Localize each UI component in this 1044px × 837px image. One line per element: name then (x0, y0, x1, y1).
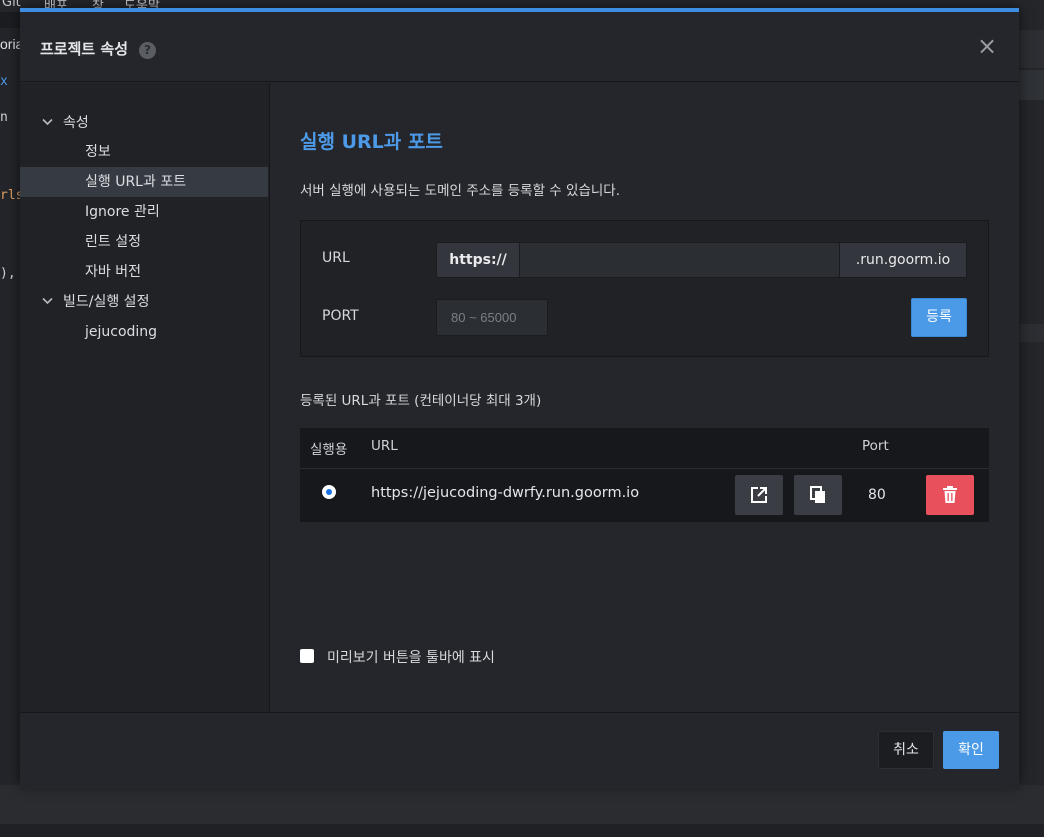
port-input[interactable] (436, 299, 548, 336)
preview-toolbar-checkbox[interactable] (300, 649, 314, 663)
ide-right-block (1019, 324, 1044, 342)
table-row: https://jejucoding-dwrfy.run.goorm.io 80 (300, 469, 989, 522)
sidebar-item-label: jejucoding (85, 324, 158, 340)
port-label: PORT (322, 308, 359, 324)
sidebar-item-build-run[interactable]: 빌드/실행 설정 (20, 287, 268, 317)
copy-url-button[interactable] (794, 475, 842, 515)
sidebar-item-info[interactable]: 정보 (20, 137, 268, 167)
ide-code-fragment: ), (0, 266, 16, 281)
sidebar-item-label: 린트 설정 (85, 234, 141, 250)
sidebar-item-java-version[interactable]: 자바 버전 (20, 257, 268, 287)
sidebar-item-jejucoding[interactable]: jejucoding (20, 317, 268, 347)
ide-code-fragment: rls (0, 188, 20, 203)
copy-icon (810, 486, 825, 503)
sidebar-item-label: 속성 (63, 115, 89, 131)
ide-right-block (1019, 30, 1044, 68)
column-header-run: 실행용 (310, 442, 348, 458)
column-header-port: Port (862, 438, 889, 454)
menu-git[interactable]: Git (2, 0, 21, 10)
run-url-radio[interactable] (322, 485, 336, 499)
sidebar-item-lint[interactable]: 린트 설정 (20, 227, 268, 257)
sidebar-item-run-url-port[interactable]: 실행 URL과 포트 (20, 167, 268, 197)
row-port: 80 (868, 487, 886, 503)
delete-url-button[interactable] (926, 475, 974, 515)
page-description: 서버 실행에 사용되는 도메인 주소를 등록할 수 있습니다. (300, 183, 620, 199)
url-suffix: .run.goorm.io (839, 242, 967, 278)
column-header-url: URL (371, 438, 398, 454)
ide-status-bar (0, 824, 1044, 837)
dialog-footer: 취소 확인 (20, 712, 1019, 789)
project-properties-dialog: 프로젝트 속성 ? × 속성 정보 실행 URL과 포트 Ignore 관리 린… (20, 8, 1019, 789)
ide-code-fragment: n (0, 110, 8, 125)
register-button[interactable]: 등록 (911, 298, 967, 337)
url-prefix: https:// (436, 242, 520, 278)
dialog-title: 프로젝트 속성 (40, 40, 129, 58)
registered-list-title: 등록된 URL과 포트 (컨테이너당 최대 3개) (300, 393, 542, 409)
url-label: URL (322, 250, 350, 266)
sidebar-item-ignore[interactable]: Ignore 관리 (20, 197, 268, 227)
ok-button[interactable]: 확인 (943, 731, 999, 769)
help-icon[interactable]: ? (139, 42, 156, 59)
ide-right-panel-edge (1019, 12, 1044, 787)
sidebar-item-label: 실행 URL과 포트 (85, 174, 187, 190)
properties-sidebar: 속성 정보 실행 URL과 포트 Ignore 관리 린트 설정 자바 버전 빌… (20, 83, 270, 712)
url-input[interactable] (519, 242, 840, 278)
dialog-header: 프로젝트 속성 ? × (20, 12, 1019, 82)
properties-content: 실행 URL과 포트 서버 실행에 사용되는 도메인 주소를 등록할 수 있습니… (271, 83, 1019, 712)
sidebar-item-label: 정보 (85, 144, 111, 160)
ide-left-editor-edge: oria x n rls ), (0, 28, 20, 788)
cancel-button[interactable]: 취소 (878, 731, 934, 769)
page-title: 실행 URL과 포트 (300, 131, 443, 153)
ide-right-block (1019, 70, 1044, 100)
external-link-icon (751, 487, 767, 503)
chevron-down-icon (42, 287, 53, 317)
sidebar-item-label: 자바 버전 (85, 264, 141, 280)
registered-url-table: 실행용 URL Port https://jejucoding-dwrfy.ru… (300, 428, 989, 522)
preview-toolbar-label: 미리보기 버튼을 툴바에 표시 (327, 650, 495, 666)
ide-tab-fragment: oria (0, 36, 20, 52)
ide-close-fragment: x (0, 74, 8, 89)
chevron-down-icon (42, 108, 53, 138)
sidebar-item-label: Ignore 관리 (85, 204, 160, 220)
sidebar-item-properties[interactable]: 속성 (20, 108, 268, 138)
close-icon[interactable]: × (975, 34, 999, 58)
row-url: https://jejucoding-dwrfy.run.goorm.io (371, 485, 640, 501)
sidebar-item-label: 빌드/실행 설정 (63, 294, 150, 310)
url-port-form: URL https:// .run.goorm.io PORT 등록 (300, 220, 989, 357)
trash-icon (943, 486, 957, 503)
open-url-button[interactable] (735, 475, 783, 515)
